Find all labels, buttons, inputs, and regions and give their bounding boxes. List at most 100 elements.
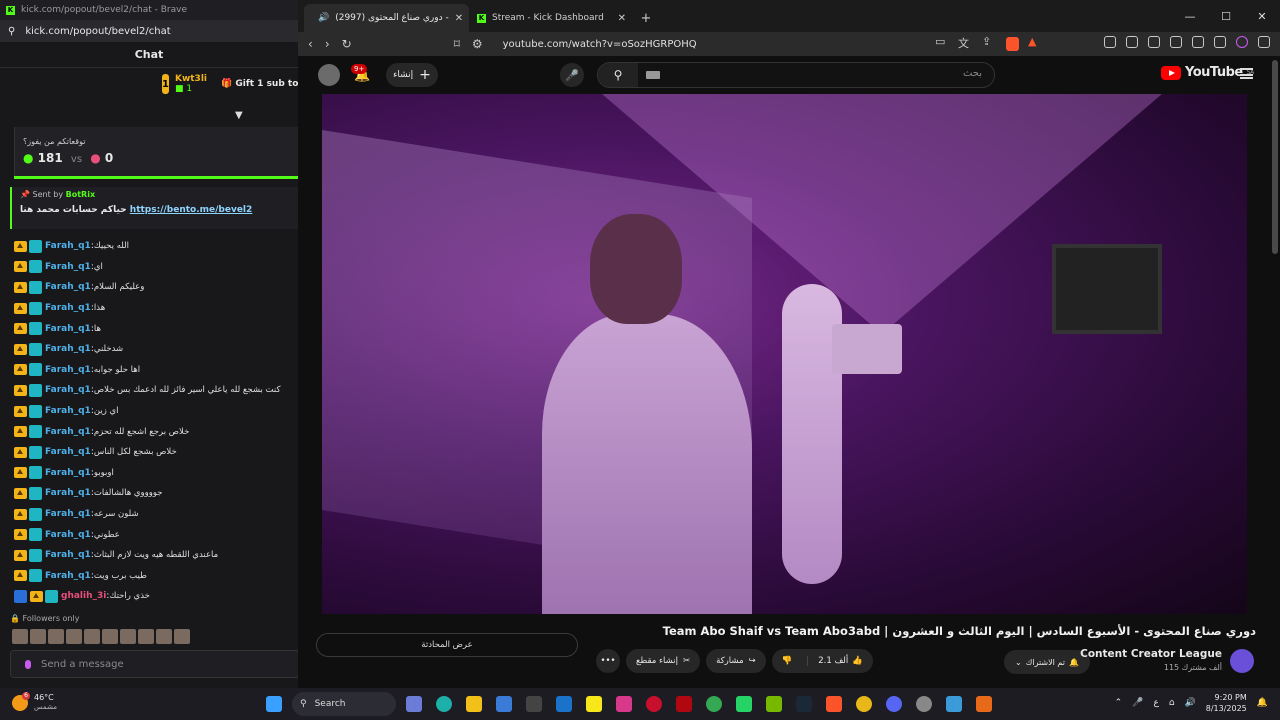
reader-icon[interactable] [1104, 36, 1116, 48]
emote-icon[interactable] [48, 629, 64, 644]
opera-icon[interactable] [642, 692, 666, 716]
site-info-icon[interactable]: ⚲ [8, 26, 15, 37]
chat-username[interactable]: Farah_q1 [45, 406, 91, 416]
back-icon[interactable]: ‹ [308, 37, 313, 51]
language-indicator[interactable]: ع [1153, 698, 1158, 708]
sidebar-icon[interactable] [1148, 36, 1160, 48]
guide-menu-icon[interactable] [1240, 68, 1253, 79]
edge-icon[interactable] [432, 692, 456, 716]
left-url-text[interactable]: kick.com/popout/bevel2/chat [25, 26, 170, 37]
chat-username[interactable]: Farah_q1 [45, 241, 91, 251]
send-message-input[interactable]: Send a message [10, 650, 298, 678]
gift-leaderboard[interactable]: 1 Kwt3li ■ 1 🎁 Gift 1 sub to take [0, 68, 298, 100]
discord-yellow-icon[interactable] [852, 692, 876, 716]
bookmark-icon[interactable]: ⌑ [454, 37, 460, 51]
discord-icon[interactable] [882, 692, 906, 716]
close-tab-icon[interactable]: ✕ [455, 13, 463, 24]
emote-icon[interactable] [138, 629, 154, 644]
maximize-icon[interactable]: ☐ [1208, 0, 1244, 32]
chat-username[interactable]: Farah_q1 [45, 365, 91, 375]
emote-picker-icon[interactable] [25, 659, 31, 669]
search-icon[interactable]: ⚲ [598, 63, 638, 87]
emote-icon[interactable] [30, 629, 46, 644]
channel-avatar[interactable] [1230, 649, 1254, 673]
app-icon[interactable] [522, 692, 546, 716]
volume-icon[interactable]: 🔊 [1185, 698, 1196, 708]
nvidia-icon[interactable] [762, 692, 786, 716]
forward-icon[interactable]: › [325, 37, 330, 51]
instagram-icon[interactable] [612, 692, 636, 716]
tab-youtube[interactable]: 🔊 (2997) دوري صناع المحتوى - ✕ [304, 4, 469, 32]
left-url-bar[interactable]: ⚲ kick.com/popout/bevel2/chat [0, 20, 298, 42]
emote-icon[interactable] [156, 629, 172, 644]
close-tab-icon[interactable]: ✕ [618, 13, 626, 24]
gifter-name[interactable]: Kwt3li [175, 74, 207, 84]
chat-username[interactable]: Farah_q1 [45, 550, 91, 560]
chat-username[interactable]: Farah_q1 [45, 324, 91, 334]
chat-username[interactable]: Farah_q1 [45, 385, 91, 395]
chat-username[interactable]: Farah_q1 [45, 571, 91, 581]
voice-search-icon[interactable]: 🎤 [560, 63, 584, 87]
whatsapp-icon[interactable] [732, 692, 756, 716]
menu-icon[interactable] [1258, 36, 1270, 48]
audio-icon[interactable]: 🔊 [318, 13, 329, 23]
emote-icon[interactable] [174, 629, 190, 644]
translate-icon[interactable]: 文 [958, 35, 969, 51]
subscribed-button[interactable]: ⌄ تم الاشتراك 🔔 [1004, 650, 1090, 674]
share-button[interactable]: مشاركة ↪ [706, 649, 766, 673]
app3-icon[interactable] [972, 692, 996, 716]
keyboard-icon[interactable] [646, 71, 660, 79]
clip-button[interactable]: إنشاء مقطع ✂ [626, 649, 701, 673]
like-button[interactable]: 2.1 ألف 👍 [807, 656, 873, 666]
chat-username[interactable]: Farah_q1 [45, 447, 91, 457]
chat-username[interactable]: ghalih_3i [61, 591, 106, 601]
emote-icon[interactable] [84, 629, 100, 644]
netflix-icon[interactable] [672, 692, 696, 716]
brave-icon[interactable] [822, 692, 846, 716]
weather-widget[interactable]: 6 46°C مشمس [12, 691, 57, 712]
tab-kick-dashboard[interactable]: K Stream - Kick Dashboard ✕ [469, 4, 634, 32]
search-input[interactable]: ⚲ بحث [597, 62, 995, 88]
gift-sub-button[interactable]: 🎁 Gift 1 sub to take [221, 79, 298, 89]
account-avatar[interactable] [318, 64, 340, 86]
chat-username[interactable]: Farah_q1 [45, 509, 91, 519]
settings-icon[interactable] [912, 692, 936, 716]
poll-widget[interactable]: توقعاتكم من يفوز؟ ● 181 vs ● 0 [14, 127, 298, 177]
chat-username[interactable]: Farah_q1 [45, 303, 91, 313]
wallet-icon[interactable] [1170, 36, 1182, 48]
emote-icon[interactable] [12, 629, 28, 644]
store-icon[interactable] [492, 692, 516, 716]
emote-bar[interactable] [12, 629, 190, 644]
show-chat-replay-button[interactable]: عرض المحادثة [316, 633, 578, 657]
start-icon[interactable] [262, 692, 286, 716]
chat-username[interactable]: Farah_q1 [45, 488, 91, 498]
app2-icon[interactable] [942, 692, 966, 716]
close-window-icon[interactable]: ✕ [1244, 0, 1280, 32]
new-tab-button[interactable]: + [634, 4, 658, 32]
chat-username[interactable]: Farah_q1 [45, 262, 91, 272]
reload-icon[interactable]: ↻ [342, 37, 352, 51]
video-player[interactable] [322, 94, 1247, 614]
outlook-icon[interactable] [552, 692, 576, 716]
notifications-icon[interactable]: 🔔 [1257, 698, 1268, 708]
send-placeholder[interactable]: Send a message [41, 659, 124, 670]
extensions-icon[interactable] [1192, 36, 1204, 48]
minimize-icon[interactable]: — [1172, 0, 1208, 32]
widgets-icon[interactable] [402, 692, 426, 716]
mic-tray-icon[interactable]: 🎤 [1132, 698, 1143, 708]
network-icon[interactable]: ⌂ [1169, 698, 1175, 708]
address-bar[interactable]: youtube.com/watch?v=oSozHGRPOHQ [503, 39, 697, 50]
dislike-icon[interactable]: 👎 [772, 656, 803, 666]
chat-username[interactable]: Farah_q1 [45, 427, 91, 437]
chat-username[interactable]: Farah_q1 [45, 282, 91, 292]
collapse-arrow-icon[interactable]: ▼ [235, 110, 243, 121]
cast-icon[interactable]: ▭ [935, 35, 945, 48]
chrome-icon[interactable] [702, 692, 726, 716]
music-icon[interactable] [1126, 36, 1138, 48]
emote-icon[interactable] [66, 629, 82, 644]
profile-icon[interactable] [1236, 36, 1248, 48]
clock[interactable]: 9:20 PM 8/13/2025 [1206, 692, 1247, 714]
emote-icon[interactable] [102, 629, 118, 644]
snapchat-icon[interactable] [582, 692, 606, 716]
create-button[interactable]: إنشاء + [386, 63, 438, 87]
